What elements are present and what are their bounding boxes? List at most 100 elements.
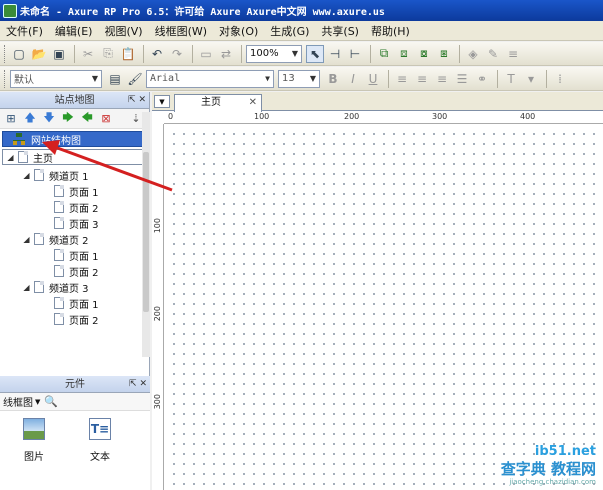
title-bar: 未命名 - Axure RP Pro 6.5：许可给 Axure Axure中文… [0, 0, 603, 21]
style-select[interactable]: 默认 ▼ [10, 69, 102, 88]
underline-icon[interactable]: U [364, 70, 382, 88]
window-title: 未命名 - Axure RP Pro 6.5：许可给 Axure Axure中文… [20, 7, 385, 18]
left-panel: 站点地图 ⇱ ✕ ⊞ 🡅 🡇 🡆 🡄 ⊠ ⇣ 网站结构图 ◢ 主页 ◢ 频道页 … [0, 92, 150, 490]
toolbar-grip[interactable] [4, 44, 7, 63]
tree-item-page[interactable]: 页面 1 [54, 183, 99, 199]
pin-icon[interactable]: ⇱ [129, 379, 137, 389]
text-icon: T≡ [89, 418, 111, 440]
search-icon[interactable]: 🔍 [44, 395, 58, 408]
scrollbar-thumb[interactable] [143, 152, 149, 312]
align-left-icon[interactable]: ≡ [393, 70, 411, 88]
group-icon[interactable]: ⧉ [375, 45, 393, 63]
flow-icon[interactable]: ⊢ [346, 45, 364, 63]
left-panel-scrollbar[interactable] [142, 112, 150, 357]
align-right-icon[interactable]: ≡ [433, 70, 451, 88]
cut-icon[interactable]: ✂ [79, 45, 97, 63]
format-painter-icon[interactable]: 🖌 [126, 70, 144, 88]
design-canvas[interactable] [165, 125, 603, 490]
new-file-icon[interactable]: ▢ [10, 45, 28, 63]
format-toolbar: 默认 ▼ ▤ 🖌 Arial ▼ 13 ▼ B I U ≡ ≡ ≡ ☰ ⚭ T ▾ ⁞ [0, 67, 603, 91]
bold-icon[interactable]: B [324, 70, 342, 88]
position-icon[interactable]: ⁞ [551, 70, 569, 88]
link-icon[interactable]: ⇄ [217, 45, 235, 63]
align-center-icon[interactable]: ≡ [413, 70, 431, 88]
menu-edit[interactable]: 编辑(E) [55, 23, 93, 39]
tree-item-page[interactable]: 页面 2 [54, 311, 99, 327]
italic-icon[interactable]: I [344, 70, 362, 88]
indent-icon[interactable]: 🡆 [61, 111, 75, 126]
outdent-icon[interactable]: 🡄 [80, 111, 94, 126]
tree-item-page[interactable]: 页面 1 [54, 295, 99, 311]
style-value: 默认 [14, 75, 34, 86]
style-editor-icon[interactable]: ▤ [106, 70, 124, 88]
undo-icon[interactable]: ↶ [148, 45, 166, 63]
redo-icon[interactable]: ↷ [168, 45, 186, 63]
page-icon[interactable]: ▭ [197, 45, 215, 63]
tree-item-channel[interactable]: ◢ 频道页 3 [22, 279, 89, 295]
zoom-select[interactable]: 100% ▼ [246, 44, 302, 63]
tree-item-label: 页面 2 [69, 203, 99, 215]
widget-text[interactable]: T≡ 文本 [80, 418, 120, 463]
bullets-icon[interactable]: ☰ [453, 70, 471, 88]
connector-icon[interactable]: ⊣ [326, 45, 344, 63]
line-style-icon[interactable]: ≡ [504, 45, 522, 63]
pointer-icon[interactable]: ⬉ [306, 44, 324, 63]
collapse-icon[interactable]: ◢ [22, 171, 31, 180]
tree-item-label: 频道页 2 [49, 235, 89, 247]
link-text-icon[interactable]: ⚭ [473, 70, 491, 88]
collapse-icon[interactable]: ◢ [6, 153, 15, 162]
menu-generate[interactable]: 生成(G) [270, 23, 309, 39]
collapse-icon[interactable]: ◢ [22, 235, 31, 244]
tab-list-dropdown[interactable]: ▼ [154, 95, 170, 108]
panel-controls[interactable]: ⇱ ✕ [128, 92, 146, 109]
more-icon[interactable]: ▾ [522, 70, 540, 88]
delete-page-icon[interactable]: ⊠ [99, 112, 113, 126]
line-color-icon[interactable]: ✎ [484, 45, 502, 63]
font-family-select[interactable]: Arial ▼ [146, 69, 274, 88]
menu-wireframe[interactable]: 线框图(W) [155, 23, 207, 39]
toolbar-grip[interactable] [4, 69, 7, 88]
paste-icon[interactable]: 📋 [119, 45, 137, 63]
send-back-icon[interactable]: ⧆ [435, 45, 453, 63]
close-icon[interactable]: ✕ [249, 95, 257, 111]
menu-help[interactable]: 帮助(H) [371, 23, 410, 39]
menu-view[interactable]: 视图(V) [104, 23, 142, 39]
menu-share[interactable]: 共享(S) [321, 23, 359, 39]
tree-item-channel[interactable]: ◢ 频道页 1 [22, 167, 89, 183]
open-folder-icon[interactable]: 📂 [30, 45, 48, 63]
font-size-value: 13 [282, 73, 295, 84]
add-page-icon[interactable]: ⊞ [4, 112, 18, 126]
ungroup-icon[interactable]: ⧈ [395, 45, 413, 63]
move-down-icon[interactable]: 🡇 [42, 111, 56, 126]
tree-item-page[interactable]: 页面 3 [54, 215, 99, 231]
tree-item-page[interactable]: 页面 2 [54, 199, 99, 215]
fill-color-icon[interactable]: ◈ [464, 45, 482, 63]
move-up-icon[interactable]: 🡅 [23, 111, 37, 126]
canvas-area: ▼ 主页 ✕ 0 100 200 300 400 100 200 300 [152, 92, 603, 490]
toolbar-separator [74, 44, 75, 63]
text-color-icon[interactable]: T [502, 70, 520, 88]
widget-library-select[interactable]: 线框图 ▼ 🔍 [0, 393, 150, 411]
bring-front-icon[interactable]: ⧇ [415, 45, 433, 63]
tree-item-page[interactable]: 页面 1 [54, 247, 99, 263]
menu-file[interactable]: 文件(F) [6, 23, 43, 39]
tree-item-channel[interactable]: ◢ 频道页 2 [22, 231, 89, 247]
toolbar-separator [459, 44, 460, 63]
tree-item-home[interactable]: ◢ 主页 [2, 149, 146, 165]
save-icon[interactable]: ▣ [50, 45, 68, 63]
collapse-icon[interactable]: ◢ [22, 283, 31, 292]
tree-item-page[interactable]: 页面 2 [54, 263, 99, 279]
tree-item-label: 页面 1 [69, 299, 99, 311]
widget-image[interactable]: 图片 [14, 418, 54, 463]
toolbar-separator [546, 69, 547, 88]
close-icon[interactable]: ✕ [138, 95, 146, 105]
close-icon[interactable]: ✕ [139, 379, 147, 389]
copy-icon[interactable]: ⎘ [99, 45, 117, 63]
expand-icon[interactable]: ⇣ [129, 112, 143, 126]
tab-home[interactable]: 主页 ✕ [174, 94, 262, 112]
panel-controls[interactable]: ⇱ ✕ [129, 376, 147, 393]
pin-icon[interactable]: ⇱ [128, 95, 136, 105]
sitemap-root-item[interactable]: 网站结构图 [2, 131, 146, 147]
menu-object[interactable]: 对象(O) [219, 23, 258, 39]
font-size-select[interactable]: 13 ▼ [278, 69, 320, 88]
